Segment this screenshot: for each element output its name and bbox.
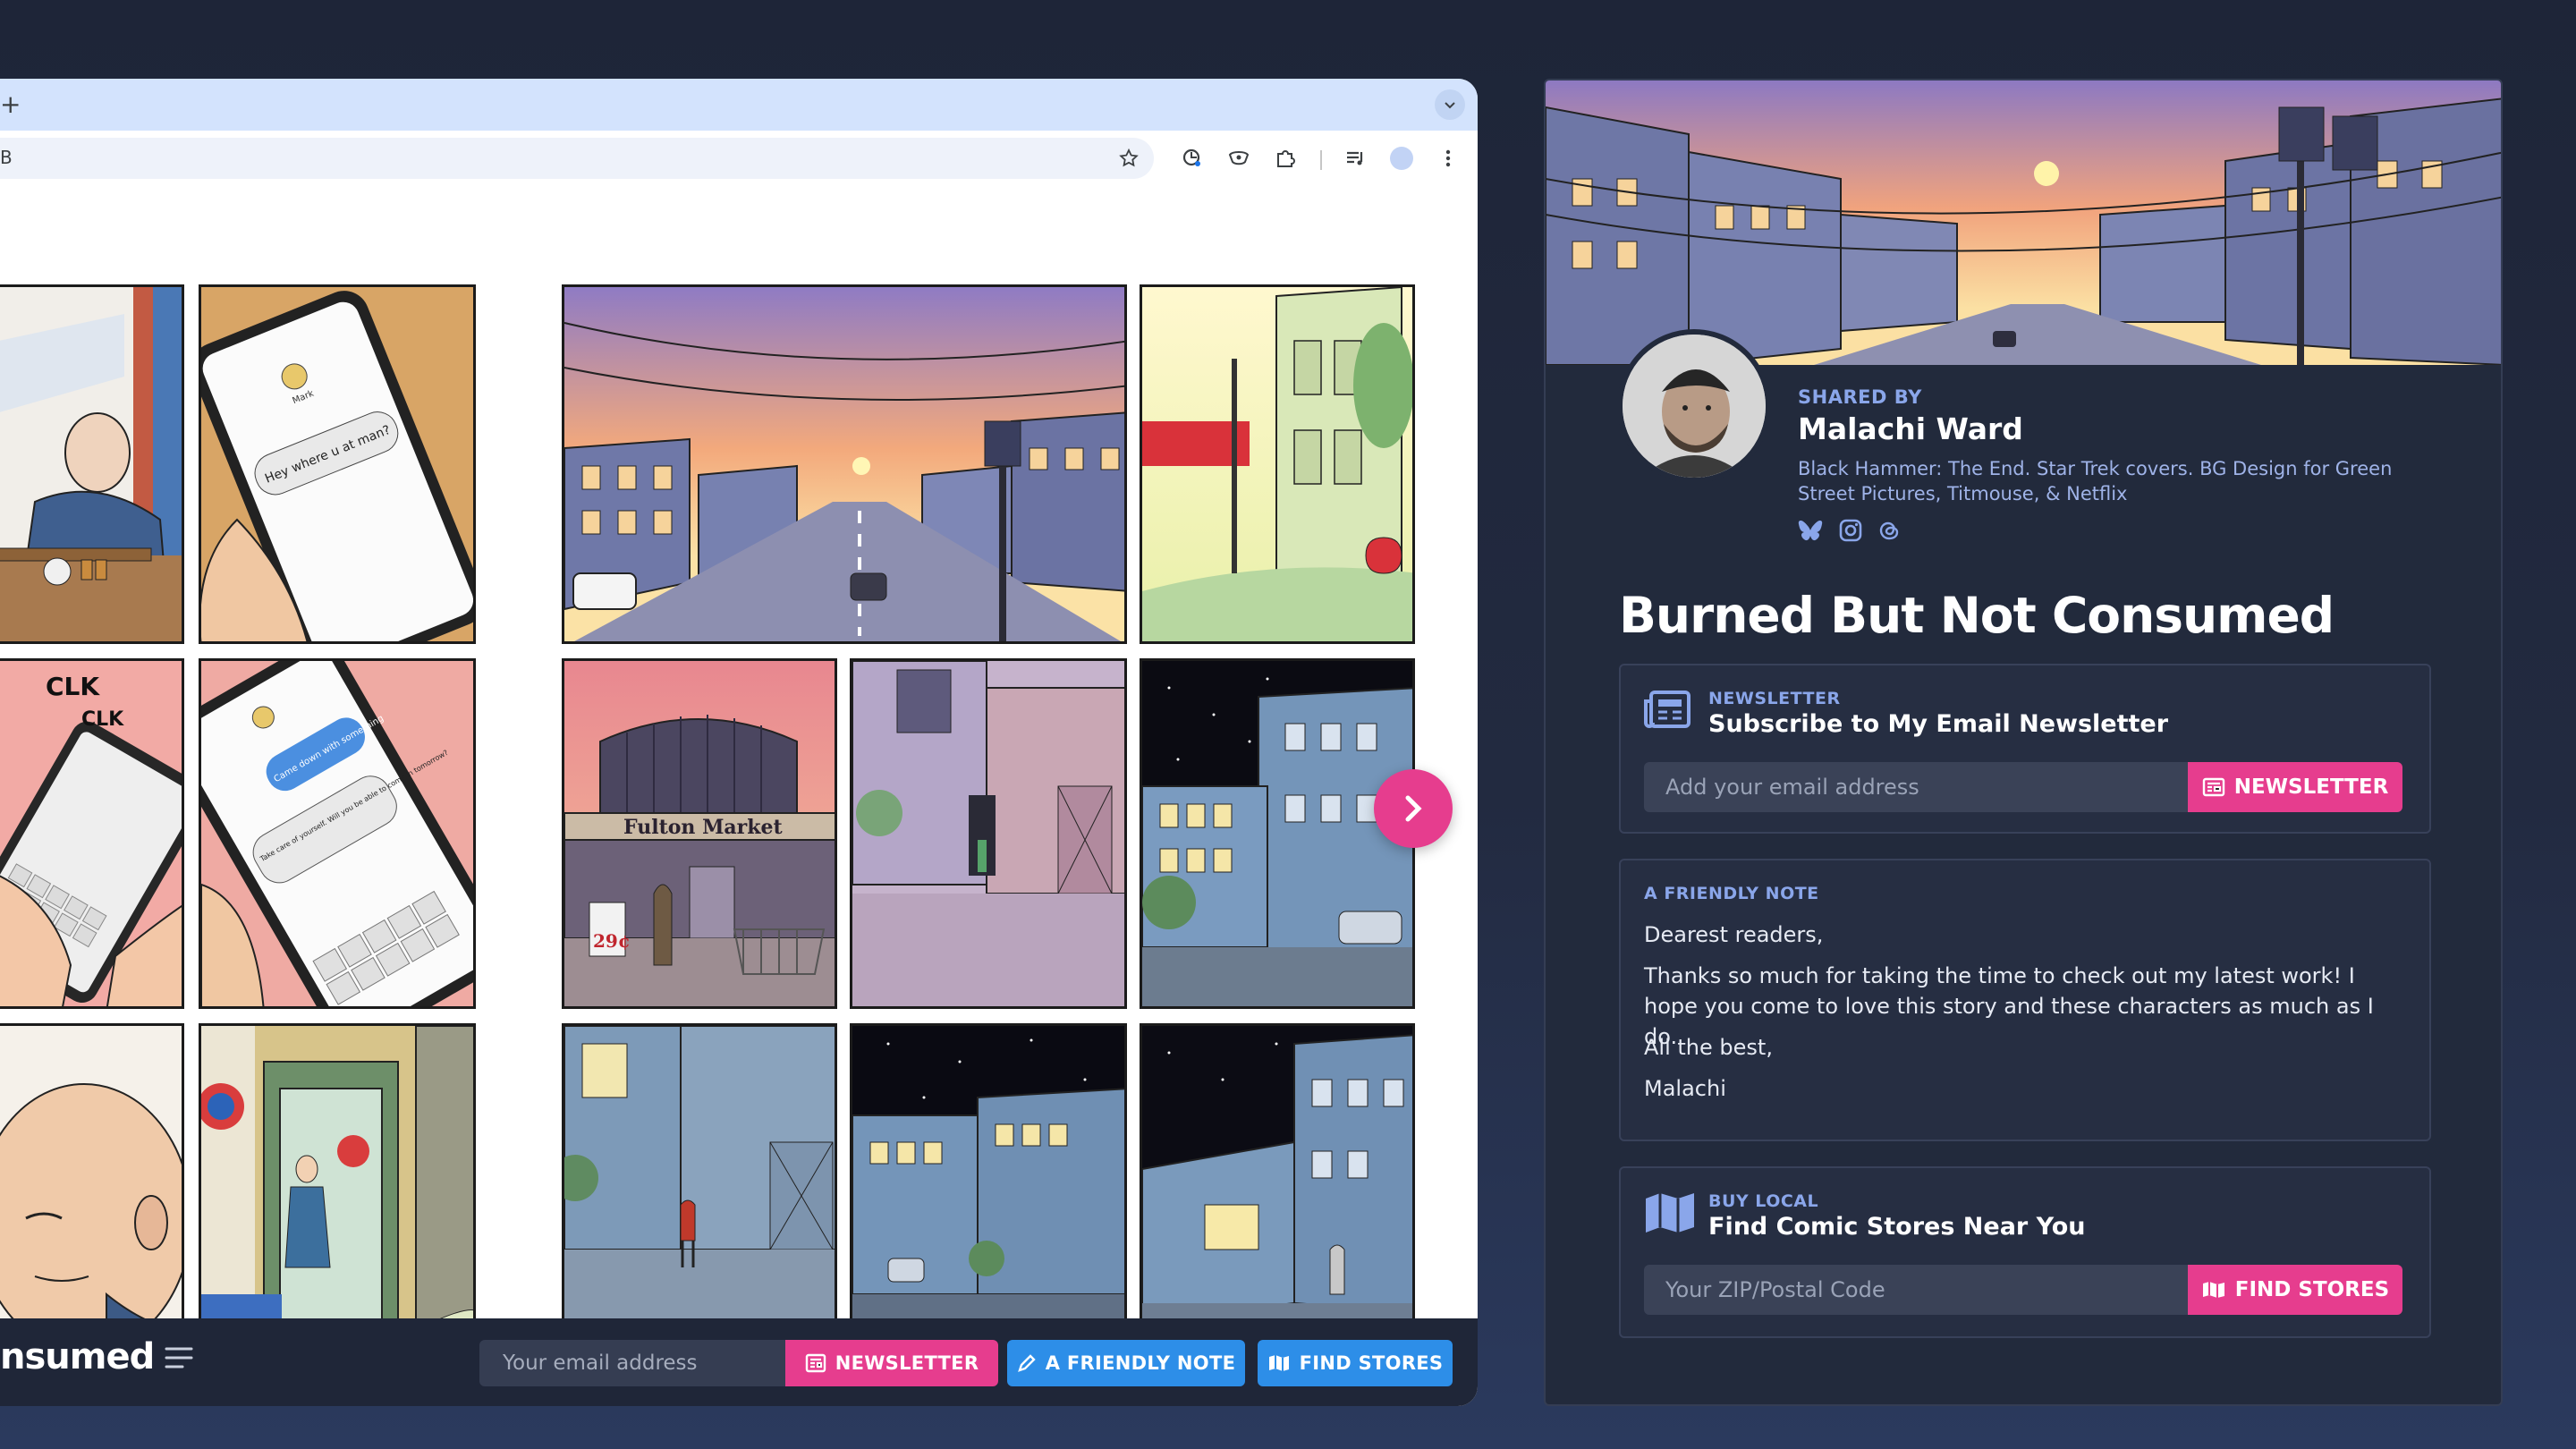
find-stores-button[interactable]: FIND STORES: [2188, 1265, 2402, 1315]
banner-illustration: [1546, 80, 2501, 365]
svg-text:Fulton Market: Fulton Market: [623, 816, 784, 839]
note-closing: All the best,: [1644, 1035, 1773, 1060]
footer-friendly-note-label: A FRIENDLY NOTE: [1045, 1352, 1236, 1374]
comic-panel-alley-dusk: [850, 658, 1127, 1009]
stores-title: Find Comic Stores Near You: [1708, 1213, 2086, 1241]
newsletter-box: NEWSLETTER Subscribe to My Email Newslet…: [1619, 664, 2431, 834]
newsletter-email-input[interactable]: [1644, 762, 2188, 812]
viewer-footer: nsumed NEWSLETTER A FRIENDLY NOTE FIND S…: [0, 1318, 1478, 1406]
comic-panel-night-corner: [1140, 1023, 1415, 1331]
chevron-down-icon: [1445, 102, 1455, 109]
comic-panel-walker-street: [562, 1023, 837, 1331]
newsletter-subscribe-button[interactable]: NEWSLETTER: [2188, 762, 2402, 812]
find-stores-label: FIND STORES: [2234, 1278, 2390, 1301]
newsletter-kicker: NEWSLETTER: [1708, 689, 1841, 708]
newsletter-title: Subscribe to My Email Newsletter: [1708, 710, 2169, 738]
find-stores-box: BUY LOCAL Find Comic Stores Near You FIN…: [1619, 1166, 2431, 1338]
author-name: Malachi Ward: [1798, 411, 2023, 446]
stores-kicker: BUY LOCAL: [1708, 1191, 1819, 1211]
footer-newsletter-button[interactable]: NEWSLETTER: [785, 1340, 998, 1386]
friendly-note-box: A FRIENDLY NOTE Dearest readers, Thanks …: [1619, 859, 2431, 1141]
tab-strip: +: [0, 79, 1478, 131]
browser-toolbar: B: [0, 131, 1478, 186]
newsletter-button-label: NEWSLETTER: [2233, 775, 2389, 799]
comic-panel-phone-reply: Came down with something Take care of yo…: [199, 658, 476, 1009]
browser-window: + B CLK CLK Mark Hey where u at man? Cam…: [0, 79, 1478, 1406]
share-card: SHARED BY Malachi Ward Black Hammer: The…: [1544, 79, 2503, 1406]
note-greeting: Dearest readers,: [1644, 922, 1824, 947]
comic-panel-doorway: [199, 1023, 476, 1331]
svg-text:29¢: 29¢: [593, 930, 631, 952]
pencil-icon: [1017, 1354, 1036, 1372]
media-queue-icon[interactable]: [1342, 145, 1368, 172]
comic-title: nsumed: [0, 1336, 155, 1377]
map-icon: [1646, 1193, 1694, 1233]
footer-friendly-note-button[interactable]: A FRIENDLY NOTE: [1007, 1340, 1245, 1386]
star-icon[interactable]: [1118, 148, 1140, 169]
instagram-icon[interactable]: [1839, 519, 1862, 542]
eye-extension-icon[interactable]: [1225, 145, 1252, 172]
author-avatar[interactable]: [1617, 329, 1771, 483]
footer-email-input[interactable]: [479, 1340, 785, 1386]
comic-panel-fulton-market: Fulton Market 29¢: [562, 658, 837, 1009]
comic-panel-night-row: [850, 1023, 1127, 1331]
menu-icon[interactable]: [165, 1345, 193, 1370]
zip-code-input[interactable]: [1644, 1265, 2188, 1315]
more-vertical-icon[interactable]: [1435, 145, 1462, 172]
newspaper-icon: [1644, 691, 1690, 728]
map-icon: [2202, 1282, 2224, 1298]
footer-find-stores-button[interactable]: FIND STORES: [1258, 1340, 1453, 1386]
threads-icon[interactable]: [1878, 519, 1902, 542]
tab-search-button[interactable]: [1435, 89, 1465, 120]
comic-panel-sunset-street: [562, 284, 1127, 644]
comic-panel-night-houses: [1140, 658, 1415, 1009]
address-bar[interactable]: B: [0, 138, 1154, 179]
puzzle-extension-icon[interactable]: [1272, 145, 1299, 172]
note-signature: Malachi: [1644, 1076, 1726, 1101]
footer-find-stores-label: FIND STORES: [1299, 1352, 1444, 1374]
new-tab-button[interactable]: +: [0, 89, 21, 119]
comic-panel-bald-face: [0, 1023, 184, 1331]
comic-viewer: CLK CLK Mark Hey where u at man? Came do…: [0, 186, 1478, 1331]
story-title: Burned But Not Consumed: [1619, 587, 2334, 644]
note-kicker: A FRIENDLY NOTE: [1644, 884, 1819, 903]
next-page-button[interactable]: [1374, 769, 1453, 848]
comic-panel-corner-building: [1140, 284, 1415, 644]
newspaper-icon: [805, 1353, 826, 1373]
lens-icon[interactable]: [1179, 145, 1206, 172]
author-bio: Black Hammer: The End. Star Trek covers.…: [1798, 458, 2393, 504]
newspaper-icon: [2202, 777, 2224, 797]
url-text: B: [0, 147, 13, 168]
toolbar-divider: [1320, 150, 1322, 170]
comic-panel-diner: [0, 284, 184, 644]
comic-panel-typing-hands: CLK CLK: [0, 658, 184, 1009]
map-icon: [1268, 1355, 1289, 1371]
chevron-right-icon: [1405, 795, 1422, 822]
bluesky-icon[interactable]: [1798, 519, 1823, 542]
profile-avatar-icon[interactable]: [1388, 145, 1415, 172]
shared-by-label: SHARED BY: [1798, 386, 1922, 408]
footer-newsletter-label: NEWSLETTER: [835, 1352, 979, 1374]
svg-text:CLK: CLK: [46, 672, 100, 701]
comic-panel-phone-text: Mark Hey where u at man?: [199, 284, 476, 644]
svg-text:CLK: CLK: [81, 708, 124, 731]
social-links: [1798, 519, 1902, 542]
